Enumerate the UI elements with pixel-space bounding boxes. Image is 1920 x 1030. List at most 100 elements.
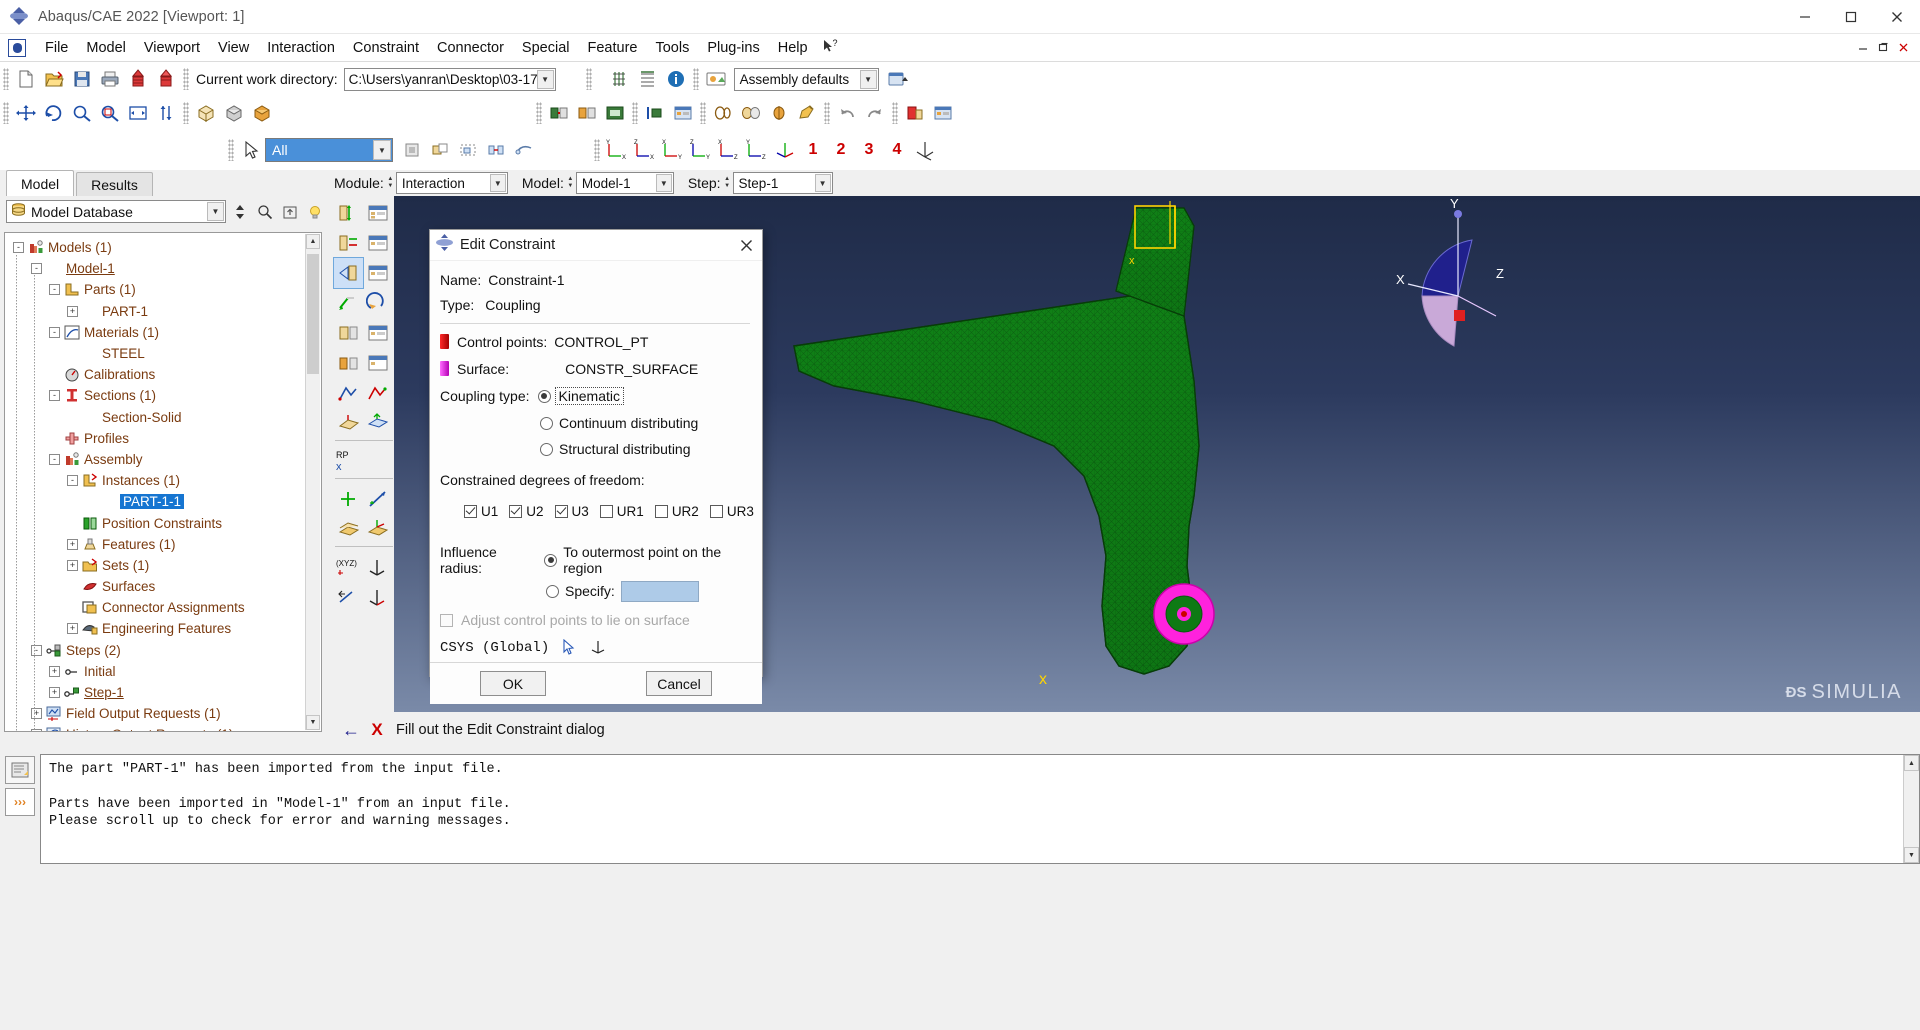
toolbar-grip-8[interactable] <box>632 102 638 124</box>
tab-results[interactable]: Results <box>76 172 153 196</box>
menu-constraint[interactable]: Constraint <box>344 37 428 59</box>
create-datum-csys-icon[interactable] <box>363 514 392 544</box>
csys-zy-icon[interactable]: YZ <box>744 137 770 163</box>
menu-view[interactable]: View <box>209 37 258 59</box>
edit-constraint-active-icon[interactable] <box>794 100 820 126</box>
model-tree[interactable]: - Models (1) - Model-1- Parts (1) + PART-1- Mat… <box>4 232 322 732</box>
tree-bulb-icon[interactable] <box>304 201 326 223</box>
influence-specify-input[interactable] <box>620 580 699 602</box>
kernel-command-toggle-icon[interactable]: ››› <box>5 788 35 816</box>
viewport-layout-2-button[interactable]: 2 <box>828 137 854 163</box>
new-model-icon[interactable] <box>13 66 39 92</box>
interaction-manager-icon[interactable] <box>574 100 600 126</box>
coupling-continuum-radio[interactable] <box>540 416 553 430</box>
tree-item[interactable]: - Materials (1) <box>7 322 321 343</box>
connector-section-tool-icon[interactable] <box>363 288 392 318</box>
tab-model[interactable]: Model <box>6 170 75 196</box>
dof-ur2-checkbox[interactable] <box>654 504 668 518</box>
front-view-icon[interactable] <box>221 100 247 126</box>
tree-scrollbar[interactable]: ▲ ▼ <box>305 234 320 730</box>
csys-zx-icon[interactable]: XZ <box>716 137 742 163</box>
dialog-close-icon[interactable] <box>730 230 762 260</box>
toolbar-grip-6[interactable] <box>183 102 189 124</box>
select-arrow-icon[interactable] <box>238 137 264 163</box>
tree-expander[interactable]: - <box>49 453 60 465</box>
dof-u3[interactable]: U3 <box>554 504 589 519</box>
zoom-view-icon[interactable] <box>69 100 95 126</box>
interaction-property-icon[interactable] <box>602 100 628 126</box>
window-maximize-button[interactable] <box>1828 0 1874 34</box>
toolbar-grip-3[interactable] <box>585 68 592 90</box>
selection-filter-combo[interactable]: All ▼ <box>265 138 393 162</box>
tree-item[interactable]: + Engineering Features <box>7 618 321 639</box>
model-spinner[interactable]: ▲ ▼ <box>566 173 575 193</box>
model-combo-arrow-icon[interactable]: ▼ <box>655 174 672 192</box>
tree-expander[interactable]: + <box>49 665 60 677</box>
coupling-kinematic-radio[interactable] <box>537 389 551 403</box>
save-model-icon[interactable] <box>69 66 95 92</box>
model-database-combo[interactable]: Model Database ▼ <box>6 200 226 223</box>
step-combo[interactable]: Step-1 ▼ <box>732 172 833 194</box>
export-model-icon[interactable] <box>153 66 179 92</box>
message-scrollbar[interactable]: ▲ ▼ <box>1903 755 1919 863</box>
amplitude-manager-icon[interactable] <box>363 378 392 408</box>
toolbar-grip-11[interactable] <box>892 102 898 124</box>
step-spinner[interactable]: ▲ ▼ <box>723 173 732 193</box>
cwd-dropdown-icon[interactable]: ▼ <box>536 69 554 89</box>
interaction-manager-tool-icon[interactable] <box>363 198 392 228</box>
interaction-property-manager-icon[interactable] <box>363 228 392 258</box>
tree-expander[interactable]: - <box>31 263 42 275</box>
dof-u2[interactable]: U2 <box>509 504 544 519</box>
tree-expander[interactable]: - <box>13 242 24 254</box>
connector-geometry-icon[interactable] <box>766 100 792 126</box>
prompt-cancel-button[interactable]: X <box>364 718 390 742</box>
dof-u2-checkbox[interactable] <box>509 504 523 518</box>
toolbar-grip-2[interactable] <box>183 68 189 90</box>
edit-constraint-dialog[interactable]: Edit Constraint Name: Constraint-1 Type:… <box>429 229 763 704</box>
tree-expander[interactable]: + <box>67 305 78 317</box>
csys-triad-icon[interactable] <box>772 137 798 163</box>
viewport-layout-1-button[interactable]: 1 <box>800 137 826 163</box>
module-combo-arrow-icon[interactable]: ▼ <box>489 174 506 192</box>
viewport-layout-3-button[interactable]: 3 <box>856 137 882 163</box>
toolbar-grip-4[interactable] <box>692 68 699 90</box>
coupling-option-structural[interactable]: Structural distributing <box>440 436 750 462</box>
constraint-manager-icon[interactable] <box>670 100 696 126</box>
engineering-feature-manager-icon[interactable] <box>363 348 392 378</box>
create-datum-plane-icon[interactable] <box>334 514 363 544</box>
tree-item[interactable]: + Sets (1) <box>7 555 321 576</box>
tree-item[interactable]: Section-Solid <box>7 407 321 428</box>
datum-pattern-icon[interactable] <box>363 582 392 612</box>
dof-u1[interactable]: U1 <box>464 504 498 519</box>
toolbar-grip-12[interactable] <box>228 139 234 161</box>
tree-up-icon[interactable] <box>279 201 301 223</box>
database-combo-arrow-icon[interactable]: ▼ <box>207 202 224 221</box>
tree-item[interactable]: Surfaces <box>7 576 321 597</box>
tree-item[interactable]: PART-1-1 <box>7 491 321 512</box>
selection-filter-arrow-icon[interactable]: ▼ <box>373 140 391 160</box>
message-log-box[interactable]: The part "PART-1" has been imported from… <box>40 754 1920 864</box>
tree-item[interactable]: Calibrations <box>7 364 321 385</box>
query-info-icon[interactable] <box>663 66 689 92</box>
connector-assignment-icon[interactable] <box>738 100 764 126</box>
message-scroll-up-button[interactable]: ▲ <box>1904 755 1919 771</box>
create-engineering-feature-icon[interactable] <box>334 348 363 378</box>
tree-expander[interactable]: + <box>67 538 78 550</box>
fit-view-icon[interactable] <box>125 100 151 126</box>
print-icon[interactable] <box>97 66 123 92</box>
connector-manager-tool-icon[interactable] <box>363 318 392 348</box>
constraint-manager-tool-icon[interactable] <box>363 258 392 288</box>
menu-help[interactable]: Help <box>769 37 817 59</box>
job-manager-icon[interactable] <box>930 100 956 126</box>
datum-offset-icon[interactable] <box>334 582 363 612</box>
dof-ur3-checkbox[interactable] <box>709 504 723 518</box>
view-save-icon[interactable] <box>885 66 911 92</box>
toolbar-grip-13[interactable] <box>594 139 600 161</box>
dof-ur1[interactable]: UR1 <box>599 504 644 519</box>
view-combo-arrow-icon[interactable]: ▼ <box>859 69 877 89</box>
influence-specify-radio[interactable] <box>546 584 559 598</box>
create-constraint-tool-icon[interactable] <box>333 257 364 289</box>
connector-assignment-tool-icon[interactable] <box>334 318 363 348</box>
menu-special[interactable]: Special <box>513 37 579 59</box>
context-help-icon[interactable]: ? <box>817 36 848 60</box>
